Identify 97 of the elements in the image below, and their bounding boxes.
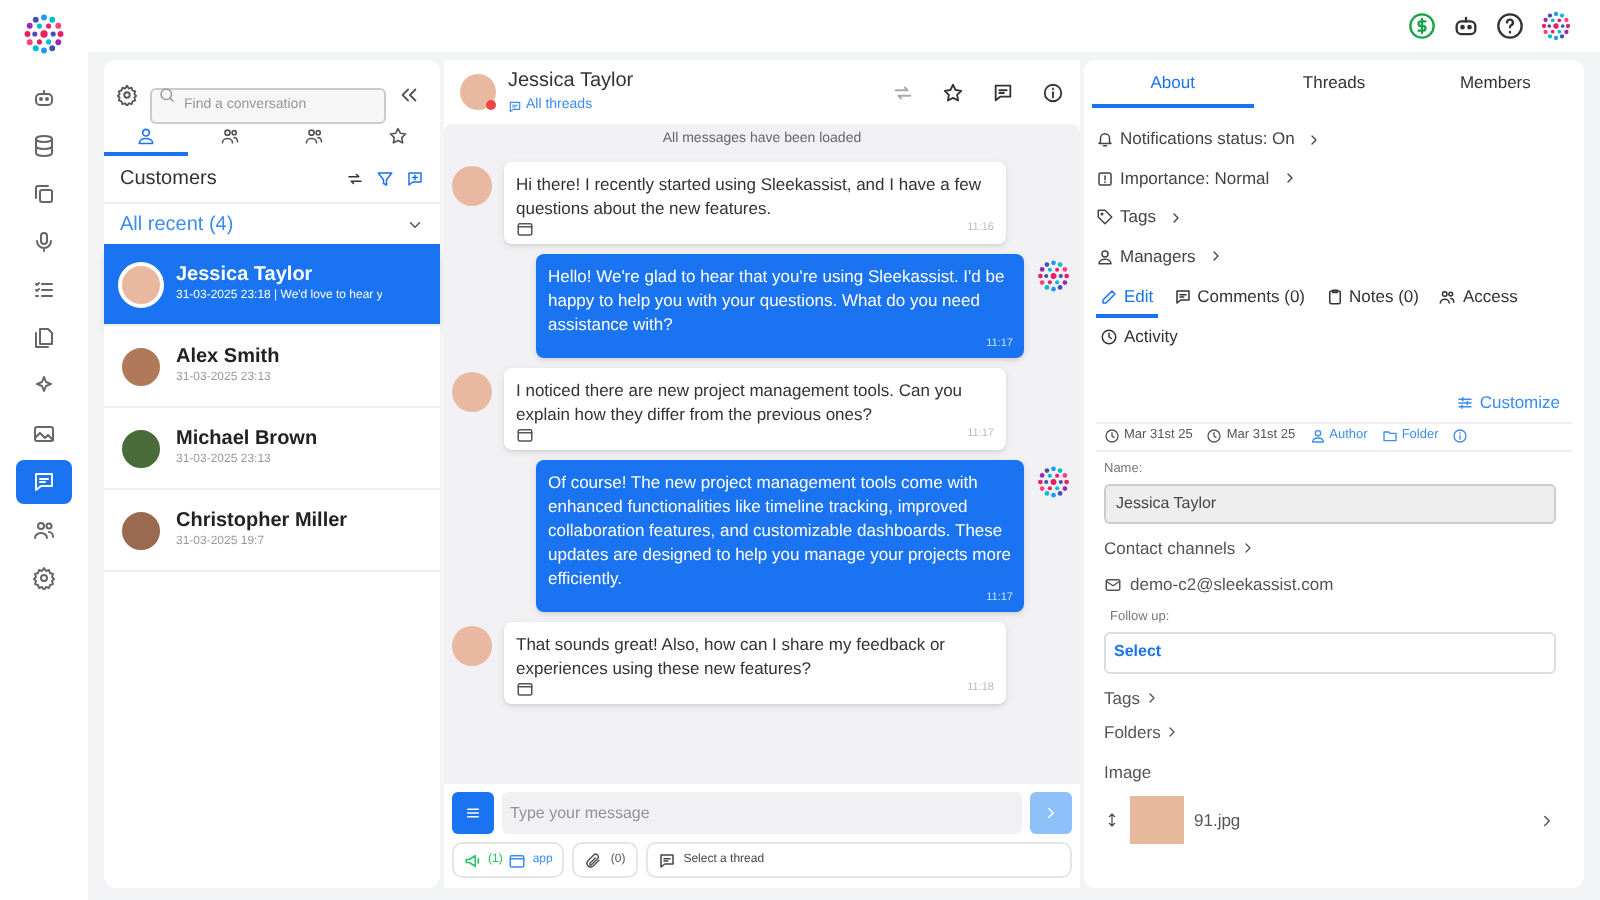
filter-icon[interactable] [376,170,394,188]
mail-icon [1104,576,1122,595]
chat-title: Jessica Taylor [508,68,636,97]
avatar-placeholder [452,165,492,205]
chevron-right-icon[interactable] [1538,811,1556,829]
details-tab[interactable]: Members [1414,60,1577,108]
section-link[interactable]: Contact channels [1104,535,1556,561]
history-icon [1206,428,1223,445]
checklist-icon [32,278,56,302]
users-icon [1438,287,1457,305]
property-row[interactable]: Tags [1096,198,1572,237]
follow-up-select[interactable]: Select [1104,631,1556,674]
team-icon [304,126,324,146]
refresh-icon[interactable] [346,170,364,188]
section-tab[interactable]: Comments (0) [1169,278,1309,318]
message-text: Of course! The new project management tools come with enhanced functionalities like timeline tracking, improved collaboration features, and customizable dashboards. These updates are designed to help you manage your projects more efficiently. [548,469,1013,590]
importance-icon [1096,169,1114,188]
section-tab[interactable]: Activity [1096,318,1182,358]
group-icon [220,126,240,146]
dollar-icon[interactable] [1408,12,1436,40]
person-icon [1309,428,1326,445]
sliders-icon [1455,393,1474,412]
calendar-icon [516,680,534,698]
avatar-placeholder [460,74,496,110]
menu-button[interactable] [452,792,494,834]
user-logo [1540,10,1572,42]
help-icon[interactable] [1496,12,1524,40]
app-logo [22,12,66,56]
copy-icon [32,182,56,206]
calendar-icon [516,425,534,444]
sidebar-item[interactable] [16,460,72,504]
folder-icon [1381,428,1398,445]
collapse-icon[interactable] [398,83,420,105]
section-tab[interactable]: Notes (0) [1321,278,1423,318]
info-icon[interactable] [1042,81,1064,103]
contact-name: Michael Brown [176,426,318,452]
comments-icon [1173,287,1192,305]
section-tab[interactable]: Access [1434,278,1522,318]
tag-icon [1096,208,1114,227]
details-tab[interactable]: Threads [1253,60,1415,108]
calendar-icon [516,219,534,237]
microphone-icon [32,230,56,254]
section-link[interactable]: Folders [1104,719,1556,745]
settings-icon [32,566,56,590]
message-input[interactable]: Type your message [502,792,1022,834]
chat-icon [657,851,676,869]
paperclip-icon [584,851,603,869]
section-tab[interactable]: Edit [1096,278,1158,318]
section-title: Image [1104,760,1154,786]
contact-name: Alex Smith [176,344,280,370]
star-icon[interactable] [942,81,964,103]
chat-icon[interactable] [992,81,1014,103]
chat-icon [32,470,56,494]
property-row[interactable]: Managers [1096,237,1572,276]
bell-icon [1096,130,1114,149]
agent-logo [1036,463,1072,500]
person-icon [136,126,156,146]
email-address: demo-c2@sleekassist.com [1130,572,1334,598]
message-text: I noticed there are new project management tools. Can you explain how they differ from the previous ones? [516,377,965,426]
star-icon [388,126,408,146]
photo-placeholder [1130,796,1184,844]
history-icon [1100,327,1118,345]
robot-icon[interactable] [1452,12,1480,40]
database-icon [32,134,56,158]
file-name: 91.jpg [1194,807,1243,833]
image-icon [32,422,56,446]
avatar-placeholder [452,626,492,666]
avatar-placeholder [452,371,492,412]
avatar-placeholder [118,261,164,307]
megaphone-icon [464,851,482,869]
clock-icon [1104,428,1120,445]
property-row[interactable]: Importance: Normal [1096,159,1572,198]
chat-icon [508,100,522,114]
new-chat-icon[interactable] [406,170,424,188]
agent-logo [1036,257,1072,293]
message-text: Hello! We're glad to hear that you're using Sleekassist. I'd be happy to help you with your questions. What do you need assistance with? [548,263,1007,335]
settings-icon[interactable] [116,83,138,105]
property-row[interactable]: Notifications status: On [1096,120,1572,159]
users-icon [32,518,56,542]
search-icon [158,85,176,103]
contact-name: Christopher Miller [176,508,348,534]
contact-name: Jessica Taylor [176,262,315,288]
person-icon [1096,247,1114,266]
chevron-right-icon [1042,804,1060,822]
files-icon [32,326,56,350]
section-link[interactable]: Tags [1104,685,1556,711]
menu-icon [464,804,482,822]
sparkle-icon [32,374,56,398]
message-text: That sounds great! Also, how can I share my feedback or experiences using these new features? [516,632,948,680]
name-field[interactable]: Jessica Taylor [1104,483,1556,523]
window-icon [508,851,527,869]
drag-handle-icon[interactable] [1104,812,1120,828]
section-title: Customers [120,166,219,194]
message-text: Hi there! I recently started using Sleekassist, and I have a few questions about the new features. [516,171,983,219]
clipboard-icon [1325,287,1343,305]
edit-icon [1100,287,1118,305]
details-tab[interactable]: About [1092,60,1254,108]
